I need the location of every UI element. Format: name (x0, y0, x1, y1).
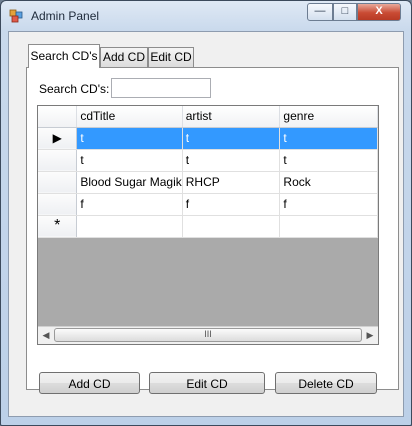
tab-edit-cd[interactable]: Edit CD (148, 47, 194, 67)
window-title: Admin Panel (31, 9, 100, 23)
cell-genre[interactable]: t (279, 127, 378, 150)
table-row[interactable]: ▶ t t t (38, 127, 378, 150)
tab-add-cd[interactable]: Add CD (100, 47, 148, 67)
column-header-artist[interactable]: artist (182, 106, 281, 128)
cell-artist[interactable]: t (182, 149, 281, 172)
cell-cdtitle[interactable]: Blood Sugar Magik (76, 171, 183, 194)
admin-panel-window: Admin Panel — □ X Search CD's Add CD Edi… (0, 0, 412, 426)
cell-artist[interactable]: RHCP (182, 171, 281, 194)
table-row[interactable]: t t t (38, 149, 378, 172)
horizontal-scrollbar[interactable]: ◀ III ▶ (38, 326, 378, 344)
cell-artist[interactable]: t (182, 127, 281, 150)
row-header[interactable] (38, 149, 78, 172)
search-label: Search CD's: (39, 82, 110, 96)
header-row: cdTitle artist genre (38, 106, 378, 128)
table-row[interactable]: f f f (38, 193, 378, 216)
search-input[interactable] (111, 78, 211, 98)
cell-artist[interactable] (182, 215, 281, 238)
search-tab-panel: Search CD's: cdTitle artist genre ▶ t t … (26, 67, 399, 390)
scroll-thumb[interactable]: III (54, 328, 362, 342)
cell-genre[interactable] (279, 215, 378, 238)
add-cd-button[interactable]: Add CD (39, 372, 140, 394)
title-bar[interactable]: Admin Panel — □ X (1, 1, 411, 31)
column-header-genre[interactable]: genre (279, 106, 378, 128)
app-icon (9, 9, 23, 23)
cell-artist[interactable]: f (182, 193, 281, 216)
new-row[interactable]: * (38, 215, 378, 238)
cell-cdtitle[interactable] (76, 215, 183, 238)
cell-genre[interactable]: t (279, 149, 378, 172)
cell-genre[interactable]: Rock (279, 171, 378, 194)
edit-cd-button[interactable]: Edit CD (149, 372, 265, 394)
cd-data-grid[interactable]: cdTitle artist genre ▶ t t t t t t Blood… (37, 105, 379, 345)
minimize-button[interactable]: — (307, 3, 333, 21)
delete-cd-button[interactable]: Delete CD (275, 372, 377, 394)
scroll-right-icon[interactable]: ▶ (362, 328, 378, 343)
close-button[interactable]: X (357, 3, 401, 21)
maximize-button[interactable]: □ (333, 3, 357, 21)
tab-search-cds[interactable]: Search CD's (28, 44, 100, 68)
cd-table: cdTitle artist genre ▶ t t t t t t Blood… (38, 106, 378, 238)
row-header[interactable] (38, 193, 78, 216)
current-row-indicator-icon[interactable]: ▶ (38, 127, 78, 150)
cell-genre[interactable]: f (279, 193, 378, 216)
column-header-cdtitle[interactable]: cdTitle (76, 106, 183, 128)
row-header[interactable] (38, 171, 78, 194)
table-row[interactable]: Blood Sugar Magik RHCP Rock (38, 171, 378, 194)
client-area: Search CD's Add CD Edit CD Search CD's: … (8, 31, 404, 417)
new-row-asterisk-icon[interactable]: * (38, 215, 78, 238)
corner-header (38, 106, 78, 128)
scroll-left-icon[interactable]: ◀ (38, 328, 54, 343)
cell-cdtitle[interactable]: t (76, 127, 183, 150)
cell-cdtitle[interactable]: t (76, 149, 183, 172)
cell-cdtitle[interactable]: f (76, 193, 183, 216)
